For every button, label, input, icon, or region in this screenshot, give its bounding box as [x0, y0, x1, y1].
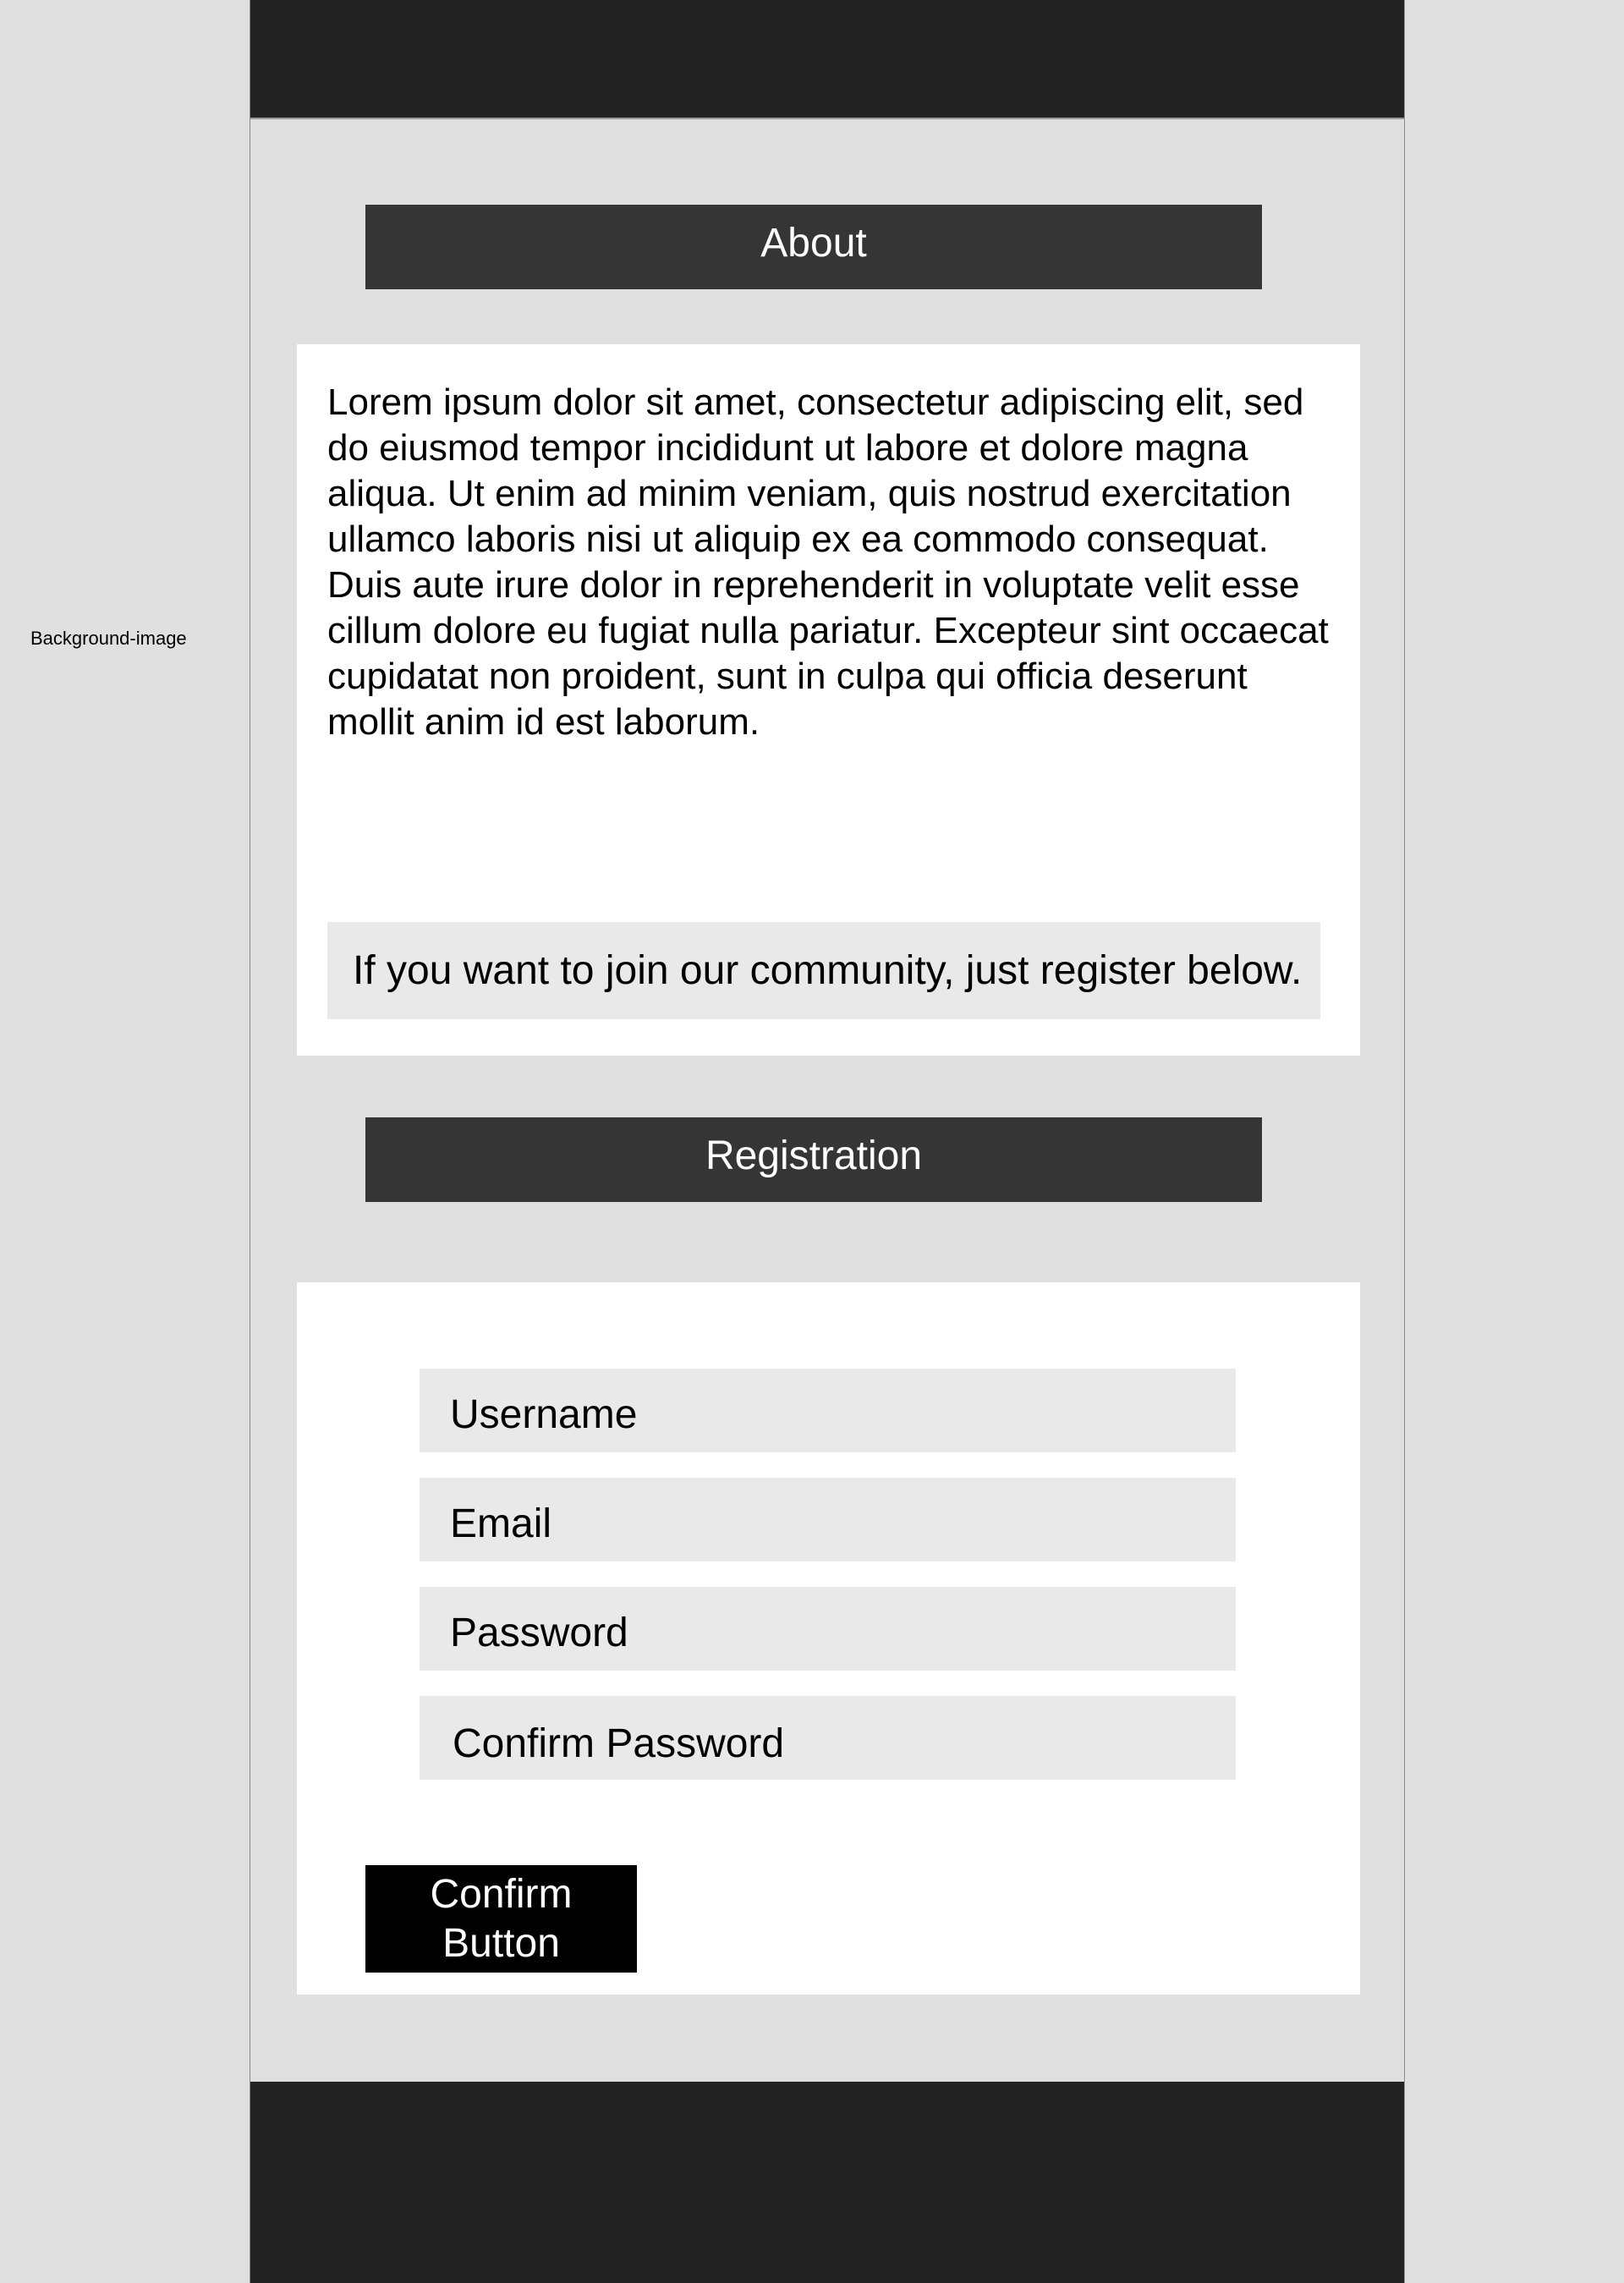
page-container: About Lorem ipsum dolor sit amet, consec… — [250, 0, 1405, 2283]
top-header-bar — [250, 0, 1404, 119]
email-input[interactable] — [420, 1478, 1236, 1561]
registration-form: Confirm Button — [297, 1282, 1360, 1995]
password-input[interactable] — [420, 1587, 1236, 1671]
join-community-banner: If you want to join our community, just … — [327, 922, 1320, 1019]
username-input[interactable] — [420, 1369, 1236, 1452]
about-body-text: Lorem ipsum dolor sit amet, consectetur … — [327, 381, 1329, 743]
about-heading: About — [365, 205, 1262, 289]
about-card: Lorem ipsum dolor sit amet, consectetur … — [297, 344, 1360, 1056]
footer-bar — [250, 2082, 1404, 2283]
confirm-button[interactable]: Confirm Button — [365, 1865, 637, 1973]
registration-heading: Registration — [365, 1117, 1262, 1202]
confirm-password-input[interactable] — [420, 1696, 1236, 1780]
background-image-label: Background-image — [30, 628, 187, 649]
